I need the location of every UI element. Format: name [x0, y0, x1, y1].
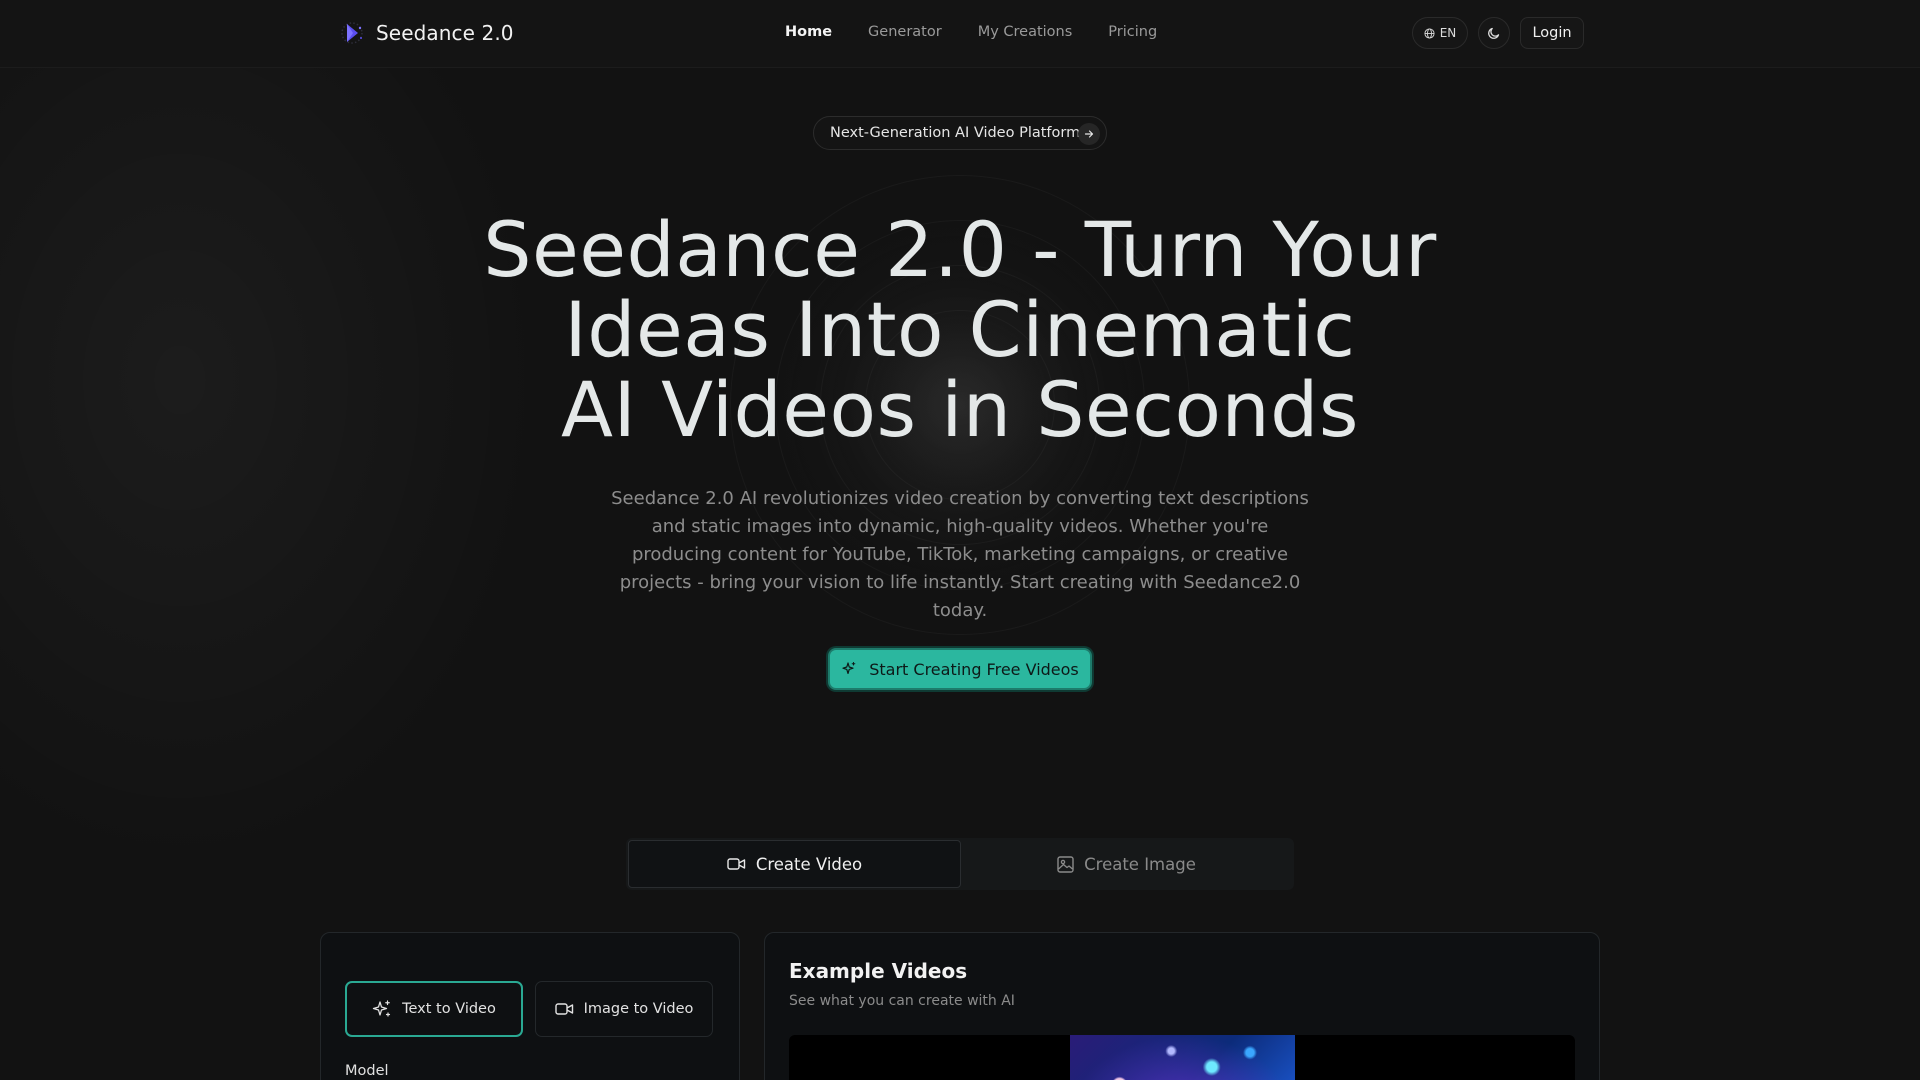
video-camera-icon [554, 1003, 573, 1015]
tab-create-video-label: Create Video [755, 854, 863, 874]
login-button[interactable]: Login [1520, 17, 1584, 49]
tab-image-to-video[interactable]: Image to Video [535, 981, 713, 1037]
badge-text: Next-Generation AI Video Platform [830, 125, 1081, 141]
example-videos-subtitle: See what you can create with AI [789, 993, 1015, 1009]
tab-create-image[interactable]: Create Image [961, 840, 1292, 888]
main-nav: Home Generator My Creations Pricing [785, 24, 1157, 40]
tab-image-to-video-label: Image to Video [583, 1001, 694, 1017]
video-camera-icon [727, 858, 746, 870]
image-icon [1057, 855, 1074, 873]
nav-pricing[interactable]: Pricing [1108, 24, 1157, 40]
tab-text-to-video-label: Text to Video [402, 1001, 496, 1017]
model-label: Model [345, 1063, 389, 1079]
moon-icon [1488, 27, 1500, 39]
arrow-right-icon [1078, 123, 1100, 145]
sparkles-icon [372, 1000, 391, 1017]
nav-generator[interactable]: Generator [868, 24, 942, 40]
hero-title-line-3: AI Videos in Seconds [561, 365, 1359, 454]
tab-text-to-video[interactable]: Text to Video [345, 981, 523, 1037]
sparkle-icon [842, 661, 856, 674]
language-switcher[interactable]: EN [1412, 17, 1468, 49]
brand-name: Seedance 2.0 [376, 21, 514, 45]
language-label: EN [1439, 26, 1457, 40]
generator-subtabs: Text to Video Image to Video [345, 981, 713, 1037]
top-navbar: Seedance 2.0 Home Generator My Creations… [0, 0, 1920, 68]
globe-icon [1424, 27, 1435, 39]
example-video-player[interactable] [789, 1035, 1575, 1080]
start-creating-button[interactable]: Start Creating Free Videos [828, 648, 1092, 690]
create-mode-tabs: Create Video Create Image [626, 838, 1294, 890]
generator-panel: Text to Video Image to Video Model [320, 932, 740, 1080]
tab-create-video[interactable]: Create Video [628, 840, 961, 888]
example-video-thumbnail [1070, 1035, 1295, 1080]
cta-label: Start Creating Free Videos [869, 659, 1079, 679]
seedance-logo-icon [341, 22, 363, 44]
example-videos-title: Example Videos [789, 959, 968, 983]
example-videos-panel: Example Videos See what you can create w… [764, 932, 1600, 1080]
announcement-badge[interactable]: Next-Generation AI Video Platform [813, 116, 1107, 150]
nav-my-creations[interactable]: My Creations [978, 24, 1073, 40]
hero-title: Seedance 2.0 - Turn Your Ideas Into Cine… [360, 210, 1560, 450]
hero-title-line-1: Seedance 2.0 - Turn Your [483, 205, 1437, 294]
hero-subtitle: Seedance 2.0 AI revolutionizes video cre… [611, 488, 1309, 621]
nav-home[interactable]: Home [785, 24, 832, 40]
theme-toggle-button[interactable] [1478, 17, 1510, 49]
brand[interactable]: Seedance 2.0 [338, 19, 514, 47]
hero-title-line-2: Ideas Into Cinematic [564, 285, 1356, 374]
tab-create-image-label: Create Image [1084, 854, 1196, 874]
header-actions: EN Login [1412, 17, 1584, 49]
